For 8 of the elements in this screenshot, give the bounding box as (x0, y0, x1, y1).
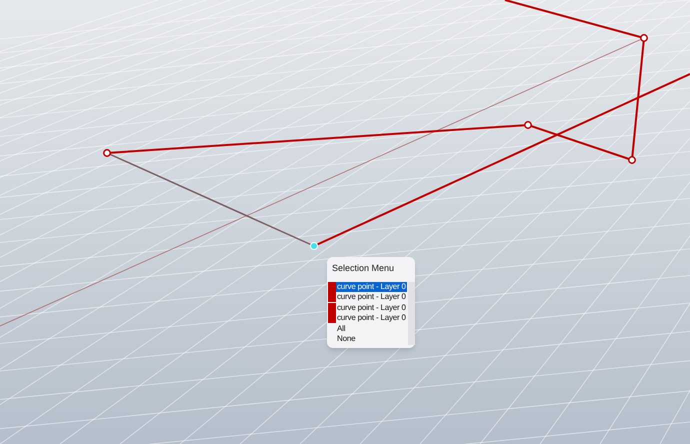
menu-item[interactable]: curve point - Layer 0 (336, 302, 407, 313)
menu-item[interactable]: curve point - Layer 0 (336, 282, 407, 292)
menu-item[interactable]: All (336, 324, 346, 334)
scrollbar[interactable] (408, 282, 415, 344)
menu-title: Selection Menu (331, 262, 396, 275)
menu-item[interactable]: None (336, 334, 356, 344)
menu-item[interactable]: curve point - Layer 0 (336, 313, 407, 324)
menu-item[interactable]: curve point - Layer 0 (336, 292, 407, 302)
